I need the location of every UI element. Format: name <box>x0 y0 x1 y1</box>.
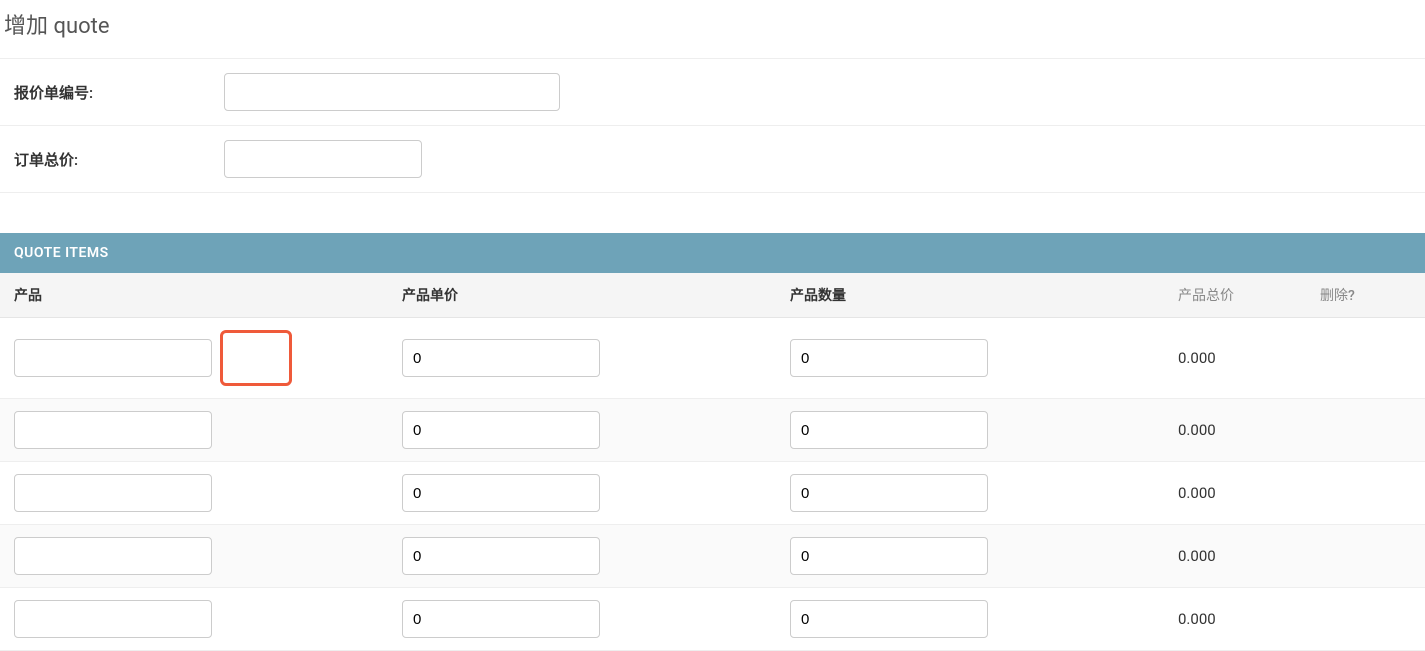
table-row: 0.000 <box>0 462 1425 525</box>
delete-cell <box>1306 399 1425 462</box>
form-row-quote-no: 报价单编号: <box>0 59 1425 126</box>
quantity-input[interactable] <box>790 600 988 638</box>
form-row-order-total: 订单总价: <box>0 126 1425 193</box>
delete-cell <box>1306 588 1425 651</box>
table-row: 0.000 <box>0 399 1425 462</box>
form-section: 报价单编号: 订单总价: <box>0 58 1425 193</box>
unit-price-input[interactable] <box>402 411 600 449</box>
unit-price-input[interactable] <box>402 474 600 512</box>
table-row: 0.000 <box>0 588 1425 651</box>
product-input[interactable] <box>14 411 212 449</box>
row-total-value: 0.000 <box>1178 421 1216 439</box>
col-header-unit-price: 产品单价 <box>388 273 776 318</box>
quote-no-input[interactable] <box>224 73 560 111</box>
product-input[interactable] <box>14 339 212 377</box>
product-input[interactable] <box>14 537 212 575</box>
table-row: 0.000 <box>0 525 1425 588</box>
col-header-total: 产品总价 <box>1164 273 1306 318</box>
delete-cell <box>1306 525 1425 588</box>
unit-price-input[interactable] <box>402 600 600 638</box>
delete-cell <box>1306 462 1425 525</box>
order-total-label: 订单总价: <box>14 149 224 170</box>
col-header-delete: 删除? <box>1306 273 1425 318</box>
unit-price-input[interactable] <box>402 537 600 575</box>
col-header-product: 产品 <box>0 273 388 318</box>
quantity-input[interactable] <box>790 537 988 575</box>
quantity-input[interactable] <box>790 339 988 377</box>
quantity-input[interactable] <box>790 474 988 512</box>
row-total-value: 0.000 <box>1178 610 1216 628</box>
col-header-quantity: 产品数量 <box>776 273 1164 318</box>
delete-cell <box>1306 318 1425 399</box>
quote-no-label: 报价单编号: <box>14 82 224 103</box>
product-input[interactable] <box>14 600 212 638</box>
table-row: 0.000 <box>0 318 1425 399</box>
page-title: 增加 quote <box>0 0 1425 58</box>
autocomplete-popup[interactable] <box>220 330 292 386</box>
row-total-value: 0.000 <box>1178 484 1216 502</box>
product-input[interactable] <box>14 474 212 512</box>
quote-items-header: QUOTE ITEMS <box>0 233 1425 273</box>
unit-price-input[interactable] <box>402 339 600 377</box>
row-total-value: 0.000 <box>1178 547 1216 565</box>
row-total-value: 0.000 <box>1178 349 1216 367</box>
order-total-input[interactable] <box>224 140 422 178</box>
quote-items-table: 产品 产品单价 产品数量 产品总价 删除? 0.000 0.000 0.000 0.0… <box>0 273 1425 651</box>
quantity-input[interactable] <box>790 411 988 449</box>
